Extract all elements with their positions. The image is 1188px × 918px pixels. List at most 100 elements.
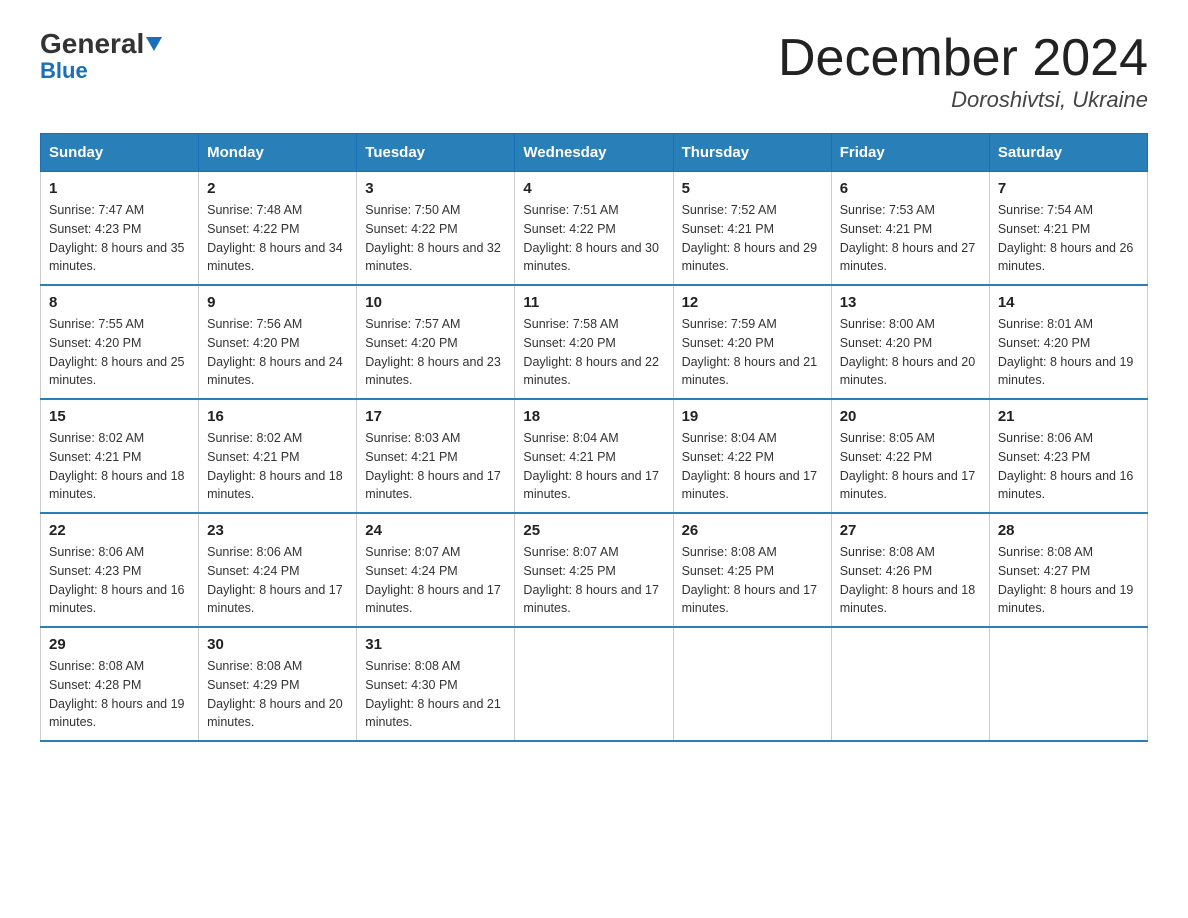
day-number: 31 [365,636,506,653]
calendar-cell: 25 Sunrise: 8:07 AM Sunset: 4:25 PM Dayl… [515,513,673,627]
day-number: 13 [840,294,981,311]
day-info: Sunrise: 8:02 AM Sunset: 4:21 PM Dayligh… [207,429,348,504]
day-number: 11 [523,294,664,311]
day-info: Sunrise: 8:08 AM Sunset: 4:28 PM Dayligh… [49,657,190,732]
day-info: Sunrise: 8:08 AM Sunset: 4:29 PM Dayligh… [207,657,348,732]
calendar-cell: 26 Sunrise: 8:08 AM Sunset: 4:25 PM Dayl… [673,513,831,627]
day-number: 14 [998,294,1139,311]
calendar-cell: 31 Sunrise: 8:08 AM Sunset: 4:30 PM Dayl… [357,627,515,741]
day-number: 3 [365,180,506,197]
location: Doroshivtsi, Ukraine [778,87,1148,113]
day-info: Sunrise: 8:06 AM Sunset: 4:23 PM Dayligh… [998,429,1139,504]
day-number: 12 [682,294,823,311]
day-info: Sunrise: 7:52 AM Sunset: 4:21 PM Dayligh… [682,201,823,276]
calendar-week-row: 22 Sunrise: 8:06 AM Sunset: 4:23 PM Dayl… [41,513,1148,627]
weekday-header-sunday: Sunday [41,134,199,172]
day-info: Sunrise: 7:59 AM Sunset: 4:20 PM Dayligh… [682,315,823,390]
weekday-header-monday: Monday [199,134,357,172]
logo-triangle-icon [146,37,162,51]
day-number: 17 [365,408,506,425]
logo-general: General [40,30,144,58]
day-info: Sunrise: 8:05 AM Sunset: 4:22 PM Dayligh… [840,429,981,504]
day-info: Sunrise: 8:03 AM Sunset: 4:21 PM Dayligh… [365,429,506,504]
calendar-cell: 30 Sunrise: 8:08 AM Sunset: 4:29 PM Dayl… [199,627,357,741]
calendar-cell: 10 Sunrise: 7:57 AM Sunset: 4:20 PM Dayl… [357,285,515,399]
day-info: Sunrise: 8:00 AM Sunset: 4:20 PM Dayligh… [840,315,981,390]
calendar-week-row: 15 Sunrise: 8:02 AM Sunset: 4:21 PM Dayl… [41,399,1148,513]
calendar-week-row: 29 Sunrise: 8:08 AM Sunset: 4:28 PM Dayl… [41,627,1148,741]
calendar-cell: 29 Sunrise: 8:08 AM Sunset: 4:28 PM Dayl… [41,627,199,741]
day-number: 8 [49,294,190,311]
day-info: Sunrise: 7:55 AM Sunset: 4:20 PM Dayligh… [49,315,190,390]
day-info: Sunrise: 8:04 AM Sunset: 4:22 PM Dayligh… [682,429,823,504]
logo: General Blue [40,30,162,84]
calendar-table: SundayMondayTuesdayWednesdayThursdayFrid… [40,133,1148,742]
day-info: Sunrise: 7:47 AM Sunset: 4:23 PM Dayligh… [49,201,190,276]
calendar-cell: 17 Sunrise: 8:03 AM Sunset: 4:21 PM Dayl… [357,399,515,513]
day-info: Sunrise: 7:50 AM Sunset: 4:22 PM Dayligh… [365,201,506,276]
day-number: 2 [207,180,348,197]
day-number: 26 [682,522,823,539]
calendar-cell: 19 Sunrise: 8:04 AM Sunset: 4:22 PM Dayl… [673,399,831,513]
calendar-cell [989,627,1147,741]
calendar-cell: 6 Sunrise: 7:53 AM Sunset: 4:21 PM Dayli… [831,172,989,286]
weekday-header-thursday: Thursday [673,134,831,172]
day-info: Sunrise: 7:57 AM Sunset: 4:20 PM Dayligh… [365,315,506,390]
day-number: 23 [207,522,348,539]
day-info: Sunrise: 8:08 AM Sunset: 4:26 PM Dayligh… [840,543,981,618]
logo-blue: Blue [40,58,88,84]
calendar-cell: 5 Sunrise: 7:52 AM Sunset: 4:21 PM Dayli… [673,172,831,286]
calendar-cell: 16 Sunrise: 8:02 AM Sunset: 4:21 PM Dayl… [199,399,357,513]
day-number: 22 [49,522,190,539]
day-info: Sunrise: 7:56 AM Sunset: 4:20 PM Dayligh… [207,315,348,390]
calendar-cell: 18 Sunrise: 8:04 AM Sunset: 4:21 PM Dayl… [515,399,673,513]
day-number: 1 [49,180,190,197]
day-info: Sunrise: 7:48 AM Sunset: 4:22 PM Dayligh… [207,201,348,276]
calendar-cell [673,627,831,741]
day-number: 7 [998,180,1139,197]
day-info: Sunrise: 7:51 AM Sunset: 4:22 PM Dayligh… [523,201,664,276]
calendar-cell: 11 Sunrise: 7:58 AM Sunset: 4:20 PM Dayl… [515,285,673,399]
day-number: 15 [49,408,190,425]
day-number: 18 [523,408,664,425]
calendar-cell: 4 Sunrise: 7:51 AM Sunset: 4:22 PM Dayli… [515,172,673,286]
day-number: 10 [365,294,506,311]
day-info: Sunrise: 8:07 AM Sunset: 4:25 PM Dayligh… [523,543,664,618]
calendar-cell: 2 Sunrise: 7:48 AM Sunset: 4:22 PM Dayli… [199,172,357,286]
day-info: Sunrise: 8:06 AM Sunset: 4:24 PM Dayligh… [207,543,348,618]
calendar-cell: 12 Sunrise: 7:59 AM Sunset: 4:20 PM Dayl… [673,285,831,399]
calendar-cell: 20 Sunrise: 8:05 AM Sunset: 4:22 PM Dayl… [831,399,989,513]
weekday-header-wednesday: Wednesday [515,134,673,172]
weekday-header-saturday: Saturday [989,134,1147,172]
calendar-cell: 24 Sunrise: 8:07 AM Sunset: 4:24 PM Dayl… [357,513,515,627]
day-info: Sunrise: 7:54 AM Sunset: 4:21 PM Dayligh… [998,201,1139,276]
calendar-cell: 27 Sunrise: 8:08 AM Sunset: 4:26 PM Dayl… [831,513,989,627]
calendar-cell: 7 Sunrise: 7:54 AM Sunset: 4:21 PM Dayli… [989,172,1147,286]
day-number: 20 [840,408,981,425]
weekday-header-row: SundayMondayTuesdayWednesdayThursdayFrid… [41,134,1148,172]
month-title: December 2024 [778,30,1148,87]
day-info: Sunrise: 8:08 AM Sunset: 4:30 PM Dayligh… [365,657,506,732]
day-number: 25 [523,522,664,539]
calendar-cell: 28 Sunrise: 8:08 AM Sunset: 4:27 PM Dayl… [989,513,1147,627]
calendar-cell: 13 Sunrise: 8:00 AM Sunset: 4:20 PM Dayl… [831,285,989,399]
calendar-cell: 15 Sunrise: 8:02 AM Sunset: 4:21 PM Dayl… [41,399,199,513]
day-number: 6 [840,180,981,197]
day-number: 27 [840,522,981,539]
calendar-cell: 23 Sunrise: 8:06 AM Sunset: 4:24 PM Dayl… [199,513,357,627]
day-number: 21 [998,408,1139,425]
day-info: Sunrise: 8:06 AM Sunset: 4:23 PM Dayligh… [49,543,190,618]
calendar-cell [515,627,673,741]
weekday-header-tuesday: Tuesday [357,134,515,172]
day-info: Sunrise: 7:53 AM Sunset: 4:21 PM Dayligh… [840,201,981,276]
day-number: 28 [998,522,1139,539]
calendar-week-row: 1 Sunrise: 7:47 AM Sunset: 4:23 PM Dayli… [41,172,1148,286]
day-number: 24 [365,522,506,539]
day-info: Sunrise: 8:02 AM Sunset: 4:21 PM Dayligh… [49,429,190,504]
calendar-cell: 22 Sunrise: 8:06 AM Sunset: 4:23 PM Dayl… [41,513,199,627]
day-info: Sunrise: 8:08 AM Sunset: 4:27 PM Dayligh… [998,543,1139,618]
title-block: December 2024 Doroshivtsi, Ukraine [778,30,1148,113]
calendar-cell: 8 Sunrise: 7:55 AM Sunset: 4:20 PM Dayli… [41,285,199,399]
day-info: Sunrise: 8:04 AM Sunset: 4:21 PM Dayligh… [523,429,664,504]
day-info: Sunrise: 7:58 AM Sunset: 4:20 PM Dayligh… [523,315,664,390]
